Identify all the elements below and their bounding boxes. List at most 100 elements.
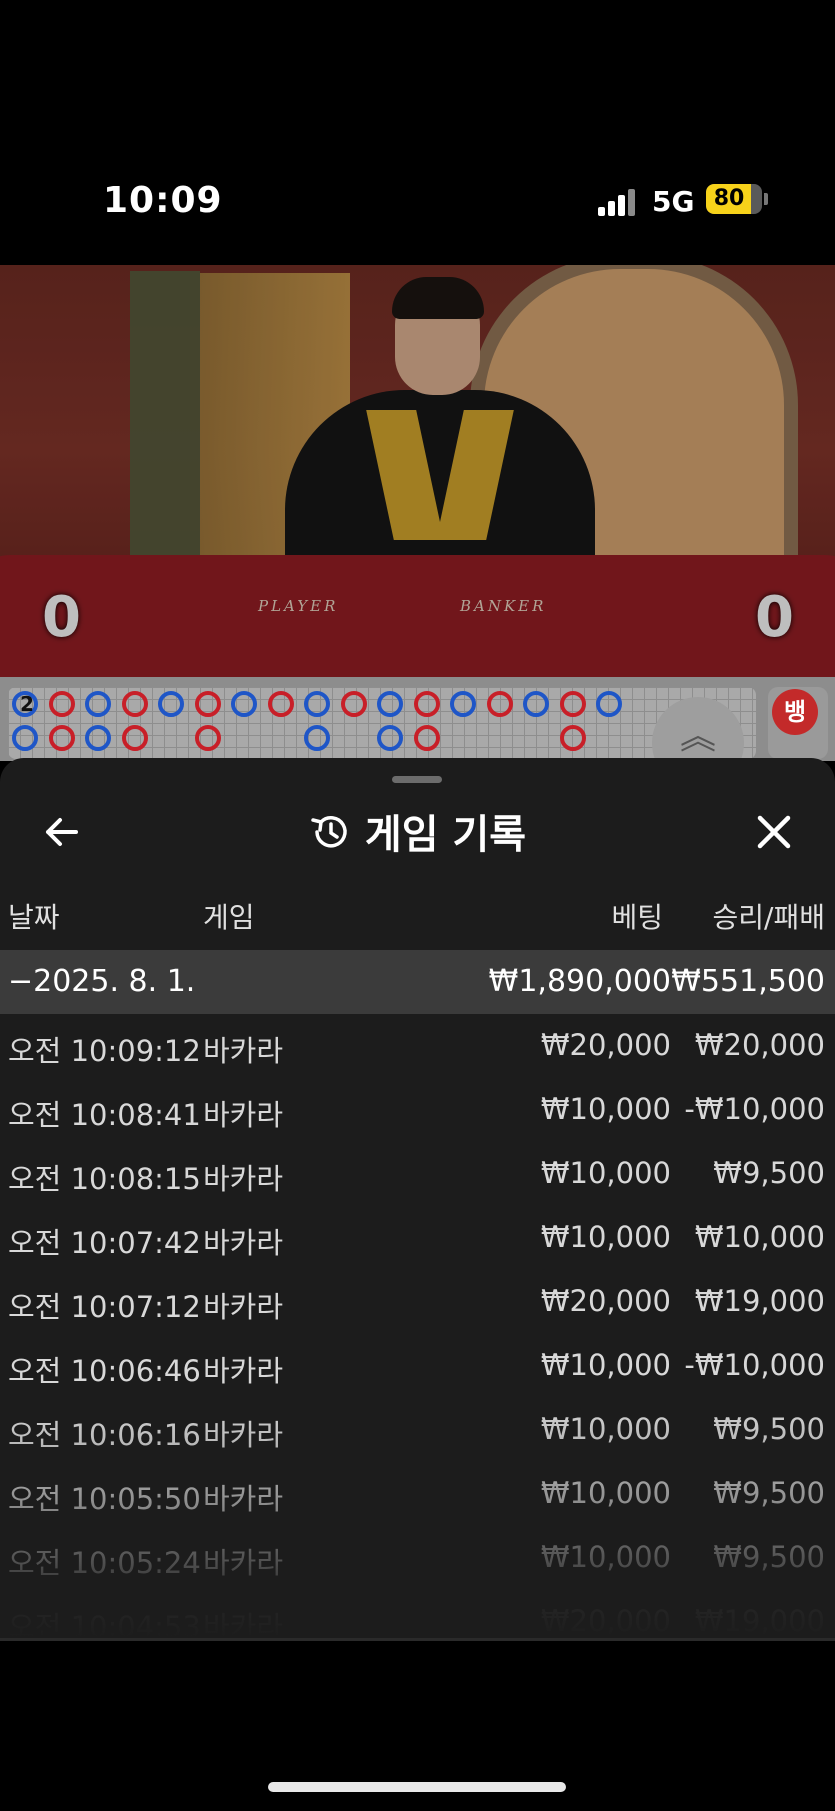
row-time: 오전 10:07:42 <box>8 1226 201 1260</box>
row-result: ₩19,000 <box>694 1284 825 1318</box>
player-bead <box>596 691 622 717</box>
date-group-header[interactable]: −2025. 8. 1. ₩1,890,000 ₩551,500 <box>0 950 835 1014</box>
group-total-bet: ₩1,890,000 <box>488 964 671 999</box>
history-row[interactable]: 오전 10:06:46 바카라 ₩10,000 -₩10,000 <box>0 1334 835 1398</box>
row-game: 바카라 <box>203 1546 284 1580</box>
player-bead <box>523 691 549 717</box>
history-row[interactable]: 오전 10:07:42 바카라 ₩10,000 ₩10,000 <box>0 1206 835 1270</box>
player-bead <box>85 691 111 717</box>
game-history-sheet: 게임 기록 날짜 게임 베팅 승리/패배 −2025. 8. 1. ₩1,890… <box>0 758 835 1638</box>
drag-handle[interactable] <box>392 776 442 783</box>
row-time: 오전 10:08:41 <box>8 1098 201 1132</box>
player-bead <box>304 691 330 717</box>
banker-bead <box>559 725 586 751</box>
battery-cap <box>764 193 768 205</box>
bead-road-grid <box>8 687 756 759</box>
row-time: 오전 10:05:24 <box>8 1546 201 1580</box>
row-result: ₩9,500 <box>713 1412 825 1446</box>
history-row[interactable]: 오전 10:09:12 바카라 ₩20,000 ₩20,000 <box>0 1014 835 1078</box>
banker-bead <box>267 691 294 717</box>
row-bet: ₩10,000 <box>540 1540 671 1574</box>
row-game: 바카라 <box>203 1418 284 1452</box>
row-bet: ₩10,000 <box>540 1348 671 1382</box>
live-video[interactable]: PLAYER BANKER 0 0 <box>0 265 835 677</box>
row-time: 오전 10:08:15 <box>8 1162 201 1196</box>
signal-icon <box>598 188 638 216</box>
row-time: 오전 10:07:12 <box>8 1290 201 1324</box>
player-bead <box>231 691 257 717</box>
group-total-result: ₩551,500 <box>671 964 825 999</box>
row-result: -₩10,000 <box>684 1348 825 1382</box>
row-result: ₩9,500 <box>713 1476 825 1510</box>
row-game: 바카라 <box>203 1610 284 1638</box>
column-date: 날짜 <box>8 901 60 934</box>
home-indicator[interactable] <box>268 1782 566 1792</box>
banker-bead <box>121 691 148 717</box>
banker-bead <box>413 691 440 717</box>
history-row[interactable]: 오전 10:05:24 바카라 ₩10,000 ₩9,500 <box>0 1526 835 1590</box>
history-row[interactable]: 오전 10:07:12 바카라 ₩20,000 ₩19,000 <box>0 1270 835 1334</box>
row-result: ₩10,000 <box>694 1220 825 1254</box>
player-bead <box>377 725 403 751</box>
row-bet: ₩10,000 <box>540 1092 671 1126</box>
column-result: 승리/패배 <box>712 901 825 934</box>
history-list: 오전 10:09:12 바카라 ₩20,000 ₩20,000 오전 10:08:41 바… <box>0 1014 835 1638</box>
history-row[interactable]: 오전 10:06:16 바카라 ₩10,000 ₩9,500 <box>0 1398 835 1462</box>
row-time: 오전 10:06:46 <box>8 1354 201 1388</box>
row-bet: ₩20,000 <box>540 1028 671 1062</box>
player-bead <box>304 725 330 751</box>
status-bar: 10:09 5G 80 <box>0 140 835 265</box>
banker-bead <box>559 691 586 717</box>
status-time: 10:09 <box>103 180 223 221</box>
player-bead <box>450 691 476 717</box>
column-game: 게임 <box>203 901 255 934</box>
player-bead <box>85 725 111 751</box>
row-result: -₩10,000 <box>684 1092 825 1126</box>
banker-bead <box>48 725 75 751</box>
row-game: 바카라 <box>203 1290 284 1324</box>
banker-bead <box>340 691 367 717</box>
history-row[interactable]: 오전 10:04:53 바카라 ₩20,000 ₩19,000 <box>0 1590 835 1638</box>
road-count-badge: 2 <box>20 692 34 716</box>
banker-bead <box>48 691 75 717</box>
banker-predict-button[interactable]: 뱅 <box>772 689 818 735</box>
row-time: 오전 10:06:16 <box>8 1418 201 1452</box>
row-game: 바카라 <box>203 1034 284 1068</box>
row-time: 오전 10:05:50 <box>8 1482 201 1516</box>
group-date: −2025. 8. 1. <box>8 964 196 999</box>
banker-bead <box>486 691 513 717</box>
close-icon[interactable] <box>752 810 796 854</box>
row-result: ₩9,500 <box>713 1156 825 1190</box>
bead-road[interactable]: 2 뱅 ︽ <box>0 677 835 789</box>
banker-bead <box>413 725 440 751</box>
row-bet: ₩20,000 <box>540 1604 671 1638</box>
history-row[interactable]: 오전 10:05:50 바카라 ₩10,000 ₩9,500 <box>0 1462 835 1526</box>
banker-bead <box>121 725 148 751</box>
row-result: ₩19,000 <box>694 1604 825 1638</box>
row-game: 바카라 <box>203 1226 284 1260</box>
history-row[interactable]: 오전 10:08:15 바카라 ₩10,000 ₩9,500 <box>0 1142 835 1206</box>
row-time: 오전 10:04:53 <box>8 1610 201 1638</box>
row-bet: ₩20,000 <box>540 1284 671 1318</box>
row-bet: ₩10,000 <box>540 1220 671 1254</box>
row-bet: ₩10,000 <box>540 1156 671 1190</box>
history-icon <box>309 811 351 863</box>
sheet-header: 게임 기록 <box>0 802 835 863</box>
player-bead <box>158 691 184 717</box>
column-headers: 날짜 게임 베팅 승리/패배 <box>0 896 835 936</box>
row-game: 바카라 <box>203 1098 284 1132</box>
column-bet: 베팅 <box>611 901 663 934</box>
battery-percent: 80 <box>713 186 745 211</box>
player-bead <box>12 725 38 751</box>
row-game: 바카라 <box>203 1354 284 1388</box>
banker-bead <box>194 691 221 717</box>
row-bet: ₩10,000 <box>540 1476 671 1510</box>
history-row[interactable]: 오전 10:08:41 바카라 ₩10,000 -₩10,000 <box>0 1078 835 1142</box>
network-type: 5G <box>652 185 695 218</box>
video-dim-overlay <box>0 265 835 677</box>
row-game: 바카라 <box>203 1482 284 1516</box>
player-bead <box>377 691 403 717</box>
battery-icon: 80 <box>706 184 762 214</box>
row-time: 오전 10:09:12 <box>8 1034 201 1068</box>
sheet-bottom-edge <box>0 1638 835 1641</box>
